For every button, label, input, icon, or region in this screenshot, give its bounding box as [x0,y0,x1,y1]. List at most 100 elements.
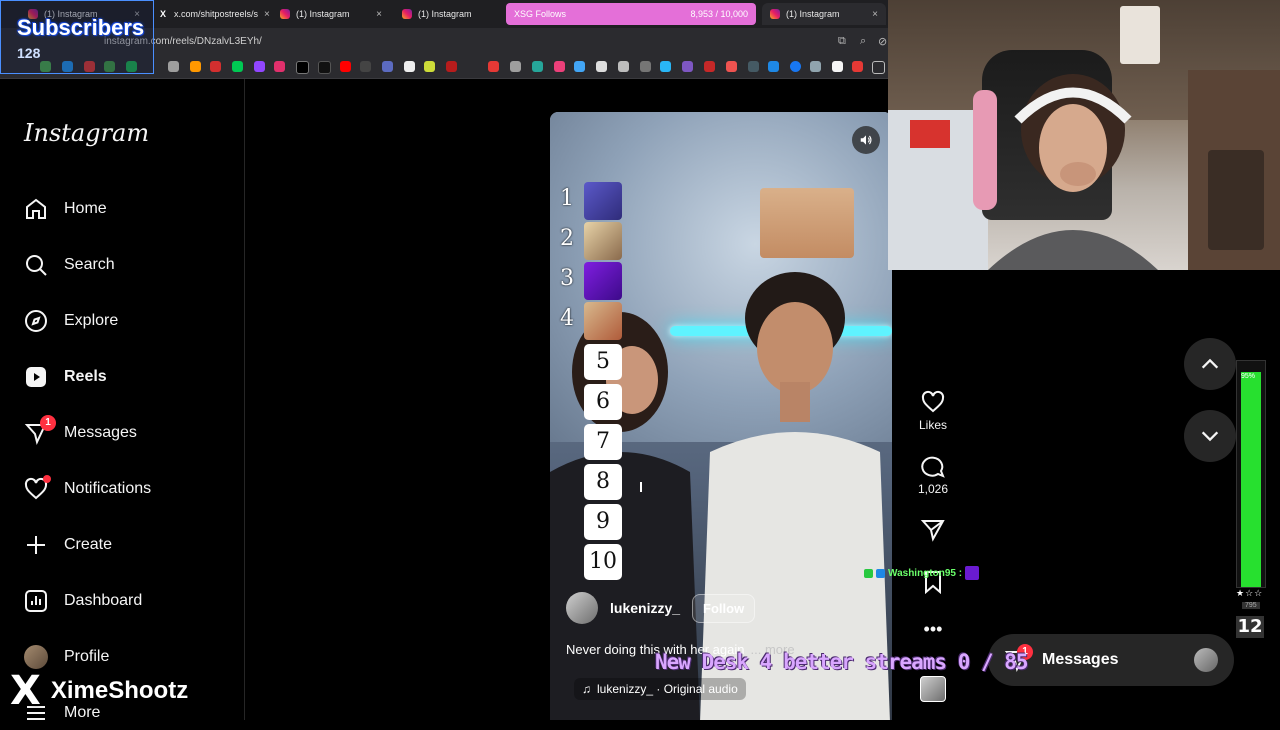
comment-button[interactable]: 1,026 [912,454,954,496]
install-app-icon[interactable]: ⧉ [838,35,846,48]
more-options-button[interactable]: ••• [912,620,954,638]
bookmark-icon[interactable] [832,61,843,72]
reel-video[interactable]: 1 2 3 4 5 6 7 8 9 10 lukenizzy_ Follow N… [550,112,892,720]
chevron-up-icon [1201,358,1219,369]
bookmark-icon[interactable] [596,61,607,72]
like-button[interactable]: Likes [912,390,954,432]
bookmark-icon[interactable] [404,61,415,72]
bookmark-icon[interactable] [510,61,521,72]
music-note-icon: ♫ [582,682,591,696]
browser-tab[interactable]: X x.com/shitpostreels/s × [150,3,270,25]
bookmark-icon[interactable] [748,61,759,72]
chat-badge-icon [864,568,873,578]
chat-username: Washington95 : [888,567,963,579]
rank-card: 7 [584,424,622,460]
bookmark-icon[interactable] [704,61,715,72]
meter-stars: ★☆☆ [1236,588,1264,598]
webcam-person [988,74,1158,270]
bookmark-icon[interactable] [726,61,737,72]
bookmark-icon[interactable] [360,61,371,72]
bookmark-icon[interactable] [660,61,671,72]
volume-button[interactable] [852,126,880,154]
bookmark-icon[interactable] [532,61,543,72]
webcam-hamper [1208,150,1264,250]
meter-big-value: 12 [1236,616,1264,638]
follow-button[interactable]: Follow [692,593,756,623]
kick-bookmark-icon[interactable] [232,61,243,72]
sidebar-item-dashboard[interactable]: Dashboard [24,589,142,613]
sidebar-item-label: Create [64,536,113,553]
bookmark-icon[interactable] [446,61,457,72]
webcam-red-box [910,120,950,148]
heart-icon [921,390,945,413]
bookmark-icon[interactable] [682,61,693,72]
instagram-favicon-icon [770,9,780,19]
bookmark-icon[interactable] [768,61,779,72]
previous-reel-button[interactable] [1184,338,1236,390]
avatar[interactable] [566,592,598,624]
rank-number: 1 [560,186,574,211]
browser-tab[interactable]: (1) Instagram × [272,3,390,25]
goal-meter: 95% [1236,360,1266,588]
goal-meter-percent: 95% [1241,373,1256,380]
extensions-icon[interactable]: ⊘ [878,35,887,48]
rank-thumbnail [584,262,622,300]
tab-close-icon[interactable]: × [264,9,270,20]
browser-tab-active[interactable]: (1) Instagram × [762,3,886,25]
browser-tab[interactable]: (1) Instagram [394,3,502,25]
bookmarks-folder-icon[interactable] [872,61,885,74]
audio-thumbnail-button[interactable] [912,676,954,702]
more-dots-icon: ••• [923,619,943,639]
bookmark-icon[interactable] [382,61,393,72]
x-bookmark-icon[interactable] [296,61,309,74]
audio-thumbnail [920,676,946,702]
youtube-bookmark-icon[interactable] [340,61,351,72]
facebook-bookmark-icon[interactable] [790,61,801,72]
bookmark-icon[interactable] [810,61,821,72]
share-button[interactable] [912,518,954,546]
tab-title: (1) Instagram [296,9,350,19]
sidebar-item-profile[interactable]: Profile [24,645,109,669]
reel-audio[interactable]: ♫ lukenizzy_ · Original audio [574,678,746,700]
sidebar-item-explore[interactable]: Explore [24,309,118,333]
bookmark-icon[interactable] [190,61,201,72]
sidebar-item-messages[interactable]: 1 Messages [24,415,137,445]
twitch-bookmark-icon[interactable] [254,61,265,72]
sidebar-item-home[interactable]: Home [24,197,107,221]
meter-small-value: 795 [1242,602,1260,609]
rank-number: 4 [560,306,574,331]
sidebar-item-create[interactable]: Create [24,533,112,557]
messenger-icon: 1 [24,415,56,445]
bookmark-icon[interactable] [574,61,585,72]
tab-close-icon[interactable]: × [376,9,382,20]
next-reel-button[interactable] [1184,410,1236,462]
follow-goal-count: 8,953 / 10,000 [690,9,748,19]
instagram-bookmark-icon[interactable] [274,61,285,72]
bookmark-icon[interactable] [640,61,651,72]
text-cursor [640,482,642,492]
zoom-icon[interactable]: ⌕ [860,35,866,48]
instagram-sidebar: Instagram Home Search Explore Reels 1 Me… [0,79,245,721]
bookmark-icon[interactable] [488,61,499,72]
reel-username[interactable]: lukenizzy_ [610,600,680,616]
sidebar-item-reels[interactable]: Reels [24,365,107,389]
bookmark-icon[interactable] [618,61,629,72]
instagram-logo[interactable]: Instagram [24,119,149,147]
bookmark-icon[interactable] [210,61,221,72]
rank-thumbnail [584,182,622,220]
subscriber-counter-overlay: Subscribers 128 [0,0,154,74]
speaker-icon [860,135,872,145]
bookmark-icon[interactable] [852,61,863,72]
sidebar-item-search[interactable]: Search [24,253,115,277]
sidebar-item-notifications[interactable]: Notifications [24,475,151,501]
rank-number: 3 [560,266,574,291]
x-handle-overlay: X XimeShootz [10,668,188,714]
tab-close-icon[interactable]: × [872,9,878,20]
tiktok-bookmark-icon[interactable] [318,61,331,74]
dashboard-icon [24,589,48,613]
stream-goal-text: New Desk 4 better streams 0 / 85 [655,650,1029,674]
x-logo-icon: X [10,668,41,714]
bookmark-icon[interactable] [168,61,179,72]
bookmark-icon[interactable] [424,61,435,72]
bookmark-icon[interactable] [554,61,565,72]
